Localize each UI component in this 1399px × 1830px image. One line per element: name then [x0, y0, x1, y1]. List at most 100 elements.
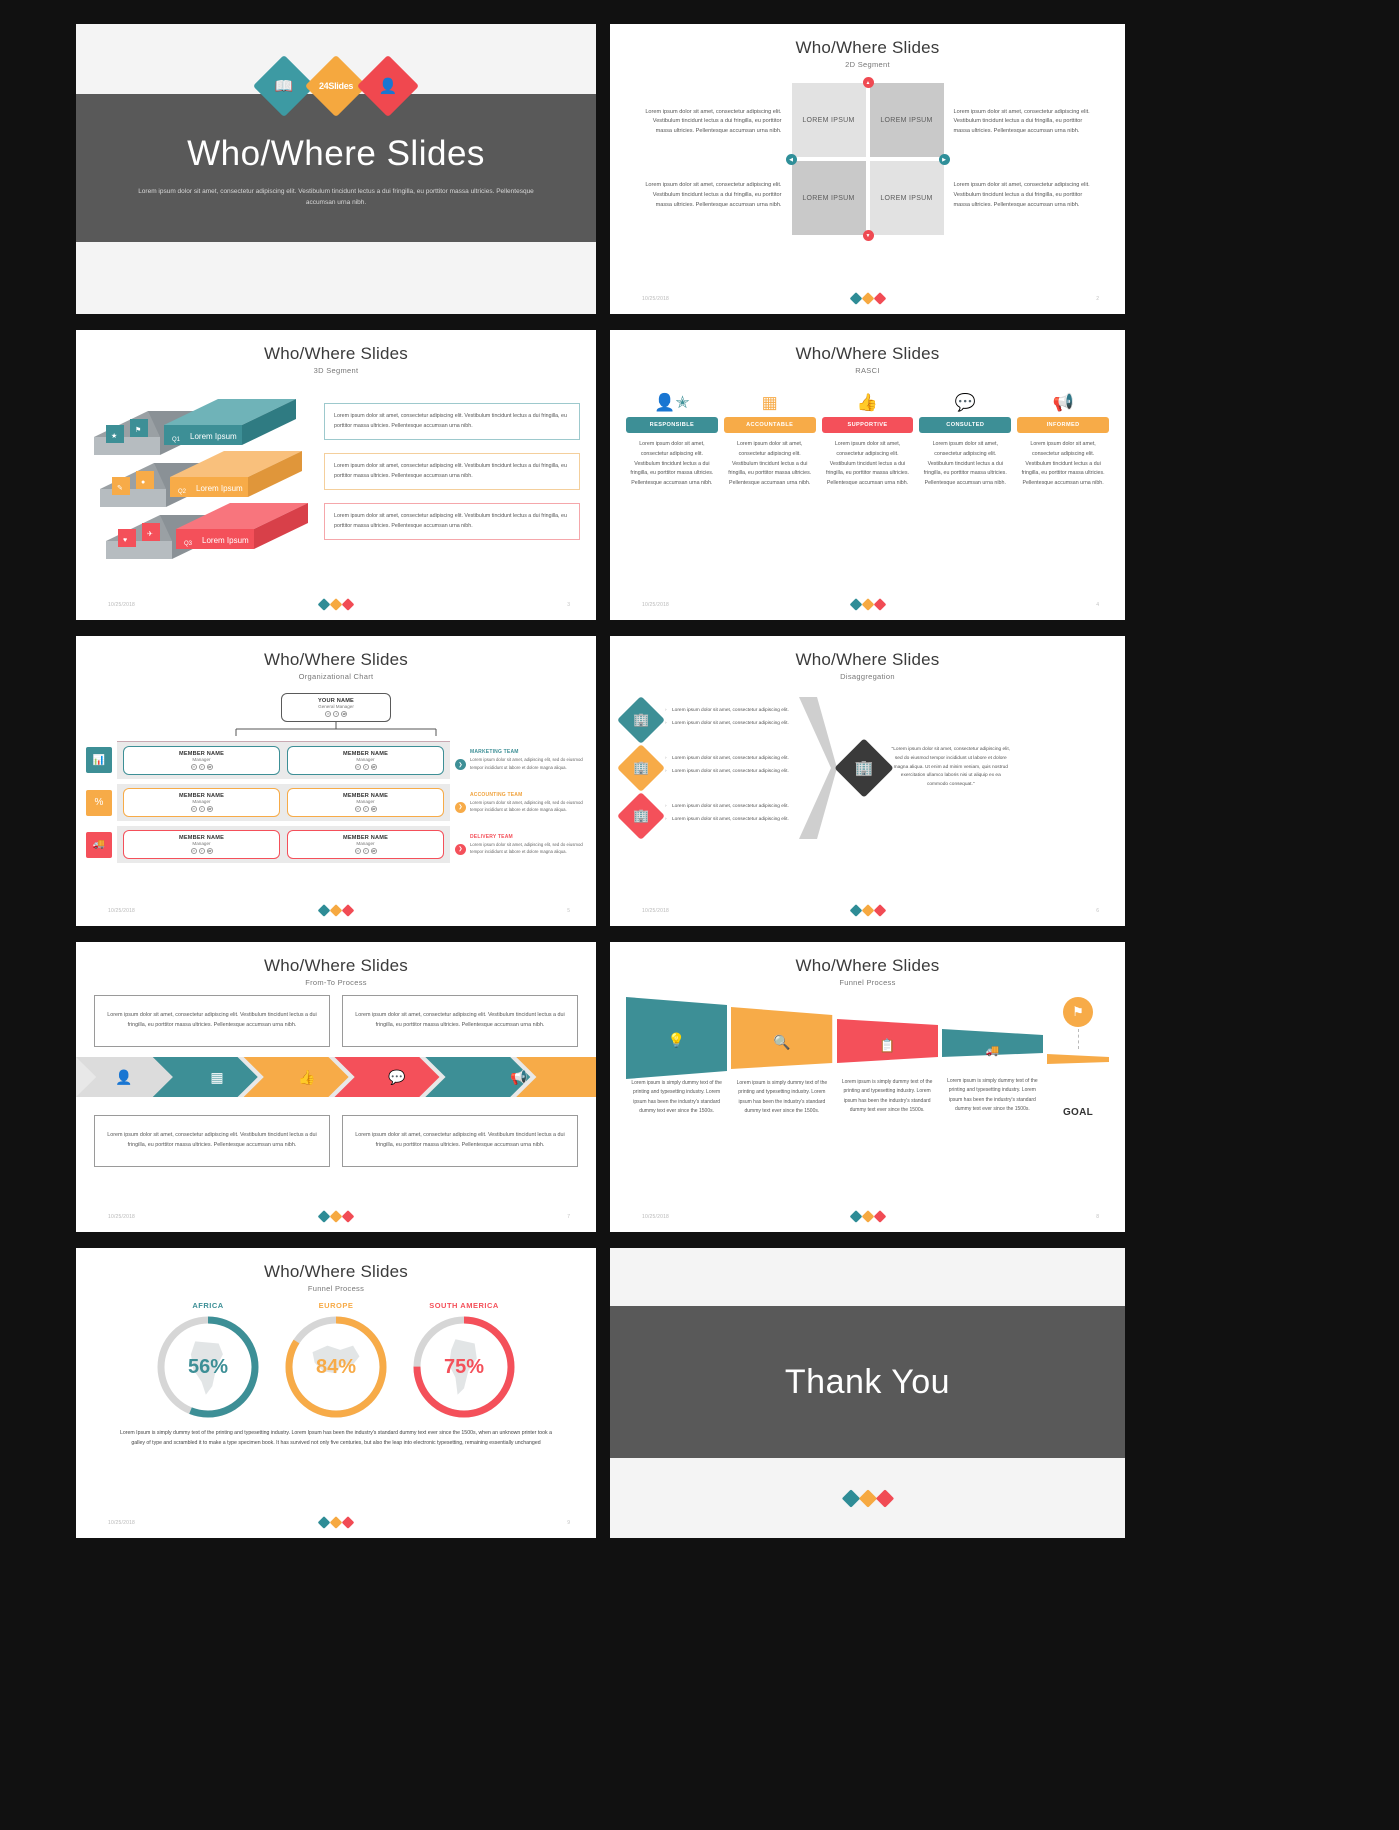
org-member-node[interactable]: MEMBER NAME Manager ✉ ✦ ☎ — [287, 830, 444, 859]
rasci-column-responsible: 👤✭ RESPONSIBLE Lorem ipsum dolor sit ame… — [626, 389, 718, 489]
phone-icon[interactable]: ☎ — [206, 806, 213, 812]
slide-3d-segment[interactable]: Who/Where Slides 3D Segment Lorem Ipsum — [76, 330, 596, 620]
user-star-icon[interactable]: 👤 — [76, 1057, 172, 1097]
thumbs-up-icon[interactable]: 👍 — [262, 1057, 352, 1097]
diamond-teal-icon — [841, 1489, 860, 1508]
segment-cell[interactable]: LOREM IPSUM — [791, 161, 866, 235]
donut-africa: AFRICA 56% — [156, 1301, 260, 1419]
percent-icon: % — [86, 789, 112, 816]
twitter-icon[interactable]: ✦ — [362, 806, 369, 812]
slide-subtitle: Funnel Process — [839, 978, 896, 987]
rasci-tag[interactable]: SUPPORTIVE — [821, 417, 914, 433]
slide-donut-percentages[interactable]: Who/Where Slides Funnel Process AFRICA 5… — [76, 1248, 596, 1538]
rasci-tag[interactable]: ACCOUNTABLE — [723, 417, 816, 433]
megaphone-icon[interactable]: 📢 — [442, 1057, 596, 1097]
twitter-icon[interactable]: ✦ — [362, 848, 369, 854]
org-member-node[interactable]: MEMBER NAME Manager ✉ ✦ ☎ — [123, 746, 280, 775]
team-label: ACCOUNTING TEAM — [470, 791, 523, 798]
diamond-orange-icon — [858, 1489, 877, 1508]
bullet: Lorem ipsum dolor sit amet, consectetur … — [665, 720, 789, 729]
phone-icon[interactable]: ☎ — [370, 764, 377, 770]
chevron-right-icon[interactable]: ❯ — [455, 843, 466, 855]
diamond-red-icon — [341, 1210, 355, 1223]
slide-thank-you[interactable]: Thank You — [610, 1248, 1125, 1538]
slide-funnel-process[interactable]: Who/Where Slides Funnel Process 💡 Lorem … — [610, 942, 1125, 1232]
funnel-goal: ⚑ GOAL — [1047, 997, 1109, 1118]
rasci-column-accountable: ▦ ACCOUNTABLE Lorem ipsum dolor sit amet… — [723, 389, 816, 489]
note-card: Lorem ipsum dolor sit amet, consectetur … — [324, 503, 580, 541]
funnel-shape[interactable] — [941, 997, 1043, 1079]
funnel-step-2: 🔍 Lorem ipsum is simply dummy text of th… — [731, 997, 833, 1116]
disaggregation-layout: 🏢 Lorem ipsum dolor sit amet, consectetu… — [610, 681, 1125, 843]
contact-icons: ✉ ✦ ☎ — [282, 711, 390, 717]
slide-2d-segment[interactable]: Who/Where Slides 2D Segment Lorem ipsum … — [610, 24, 1125, 314]
abacus-icon: ▦ — [761, 393, 778, 412]
mail-icon[interactable]: ✉ — [190, 848, 197, 854]
slide-from-to-process[interactable]: Who/Where Slides From-To Process Lorem i… — [76, 942, 596, 1232]
mail-icon[interactable]: ✉ — [325, 711, 331, 717]
segment-cell[interactable]: LOREM IPSUM — [791, 83, 866, 157]
slide-title: Who/Where Slides — [264, 1262, 408, 1281]
segment-cell[interactable]: LOREM IPSUM — [869, 161, 944, 235]
mail-icon[interactable]: ✉ — [354, 764, 361, 770]
goal-label: GOAL — [1062, 1107, 1094, 1118]
twitter-icon[interactable]: ✦ — [198, 848, 205, 854]
org-member-node[interactable]: MEMBER NAME Manager ✉ ✦ ☎ — [123, 788, 280, 817]
rasci-tag[interactable]: CONSULTED — [919, 417, 1012, 433]
segment-cell[interactable]: LOREM IPSUM — [869, 83, 944, 157]
rasci-tag[interactable]: RESPONSIBLE — [626, 417, 718, 433]
org-strip: MEMBER NAME Manager ✉ ✦ ☎ MEMBER NAME Ma… — [117, 741, 450, 779]
footer-diamonds — [317, 1210, 355, 1223]
top-marker-icon: ▲ — [862, 77, 874, 88]
bullet: Lorem ipsum dolor sit amet, consectetur … — [665, 707, 789, 716]
footer-page-number: 5 — [567, 908, 570, 914]
contact-icons: ✉ ✦ ☎ — [288, 806, 443, 812]
bullet: Lorem ipsum dolor sit amet, consectetur … — [665, 755, 789, 764]
diamond-teal-icon — [317, 904, 331, 917]
team-info: DELIVERY TEAM Lorem ipsum dolor sit amet… — [470, 834, 586, 856]
chevron-right-icon[interactable]: ❯ — [455, 759, 466, 771]
footer-page-number: 6 — [1096, 908, 1099, 914]
twitter-icon[interactable]: ✦ — [362, 764, 369, 770]
slab-tag: Q1 — [172, 437, 181, 443]
mail-icon[interactable]: ✉ — [354, 806, 361, 812]
diamond-red-icon — [341, 904, 355, 917]
twitter-icon[interactable]: ✦ — [198, 764, 205, 770]
funnel-step-1: 💡 Lorem ipsum is simply dummy text of th… — [626, 997, 728, 1116]
twitter-icon[interactable]: ✦ — [198, 806, 205, 812]
footer-diamonds — [317, 904, 355, 917]
org-member-node[interactable]: MEMBER NAME Manager ✉ ✦ ☎ — [123, 830, 280, 859]
slide-title: Who/Where Slides — [795, 38, 940, 57]
funnel-step-3: 📋 Lorem ipsum is simply dummy text of th… — [836, 997, 938, 1115]
mail-icon[interactable]: ✉ — [190, 806, 197, 812]
org-row-marketing: 📊 MEMBER NAME Manager ✉ ✦ ☎ MEMBER NAME … — [86, 741, 586, 779]
funnel-text: Lorem ipsum is simply dummy text of the … — [841, 1079, 933, 1113]
org-member-node[interactable]: MEMBER NAME Manager ✉ ✦ ☎ — [287, 788, 444, 817]
phone-icon[interactable]: ☎ — [370, 848, 377, 854]
group-bullets: Lorem ipsum dolor sit amet, consectetur … — [665, 707, 789, 732]
diamond-orange-icon — [329, 904, 343, 917]
phone-icon[interactable]: ☎ — [370, 806, 377, 812]
org-member-node[interactable]: MEMBER NAME Manager ✉ ✦ ☎ — [287, 746, 444, 775]
slide-disaggregation[interactable]: Who/Where Slides Disaggregation 🏢 Lorem … — [610, 636, 1125, 926]
svg-text:✈: ✈ — [147, 531, 153, 538]
org-root-node[interactable]: YOUR NAME General Manager ✉ ✦ ☎ — [281, 693, 391, 722]
speech-bubbles-icon: 💬 — [954, 393, 976, 412]
footer-page-number: 8 — [1096, 1214, 1099, 1220]
mail-icon[interactable]: ✉ — [354, 848, 361, 854]
slide-cover[interactable]: 📖 24Slides 👤 Who/Where Slides Lorem ipsu… — [76, 24, 596, 314]
team-body: Lorem ipsum dolor sit amet, adipiscing e… — [470, 841, 583, 854]
phone-icon[interactable]: ☎ — [206, 764, 213, 770]
abacus-icon[interactable]: ▦ — [172, 1057, 262, 1097]
slide-org-chart[interactable]: Who/Where Slides Organizational Chart YO… — [76, 636, 596, 926]
twitter-icon[interactable]: ✦ — [333, 711, 339, 717]
phone-icon[interactable]: ☎ — [341, 711, 347, 717]
slide-rasci[interactable]: Who/Where Slides RASCI 👤✭ RESPONSIBLE Lo… — [610, 330, 1125, 620]
slide-footer: 10/25/2018 9 — [76, 1516, 596, 1532]
cover-dark-band: 📖 24Slides 👤 Who/Where Slides Lorem ipsu… — [76, 54, 596, 242]
chevron-right-icon[interactable]: ❯ — [455, 801, 466, 813]
mail-icon[interactable]: ✉ — [190, 764, 197, 770]
rasci-tag[interactable]: INFORMED — [1017, 417, 1109, 433]
phone-icon[interactable]: ☎ — [206, 848, 213, 854]
speech-bubbles-icon[interactable]: 💬 — [352, 1057, 442, 1097]
